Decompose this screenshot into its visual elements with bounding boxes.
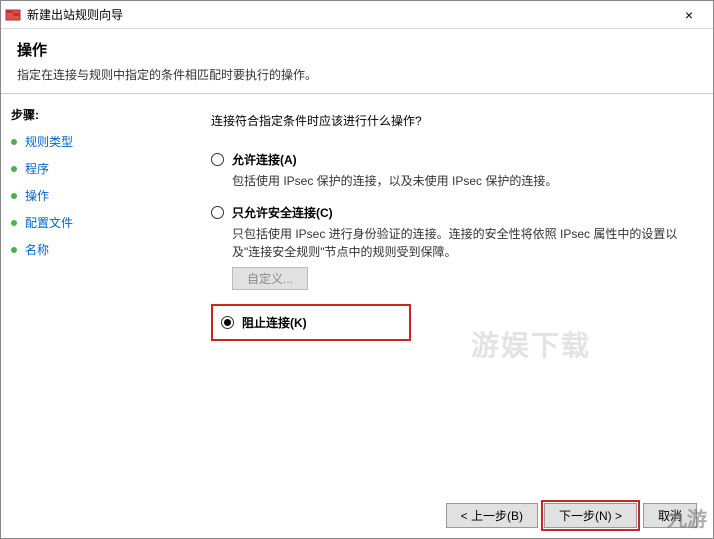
option-allow[interactable]: 允许连接(A) 包括使用 IPsec 保护的连接，以及未使用 IPsec 保护的… bbox=[211, 151, 693, 190]
sidebar: 步骤: 规则类型 程序 操作 配置文件 名称 bbox=[1, 94, 181, 504]
option-allow-label: 允许连接(A) bbox=[232, 151, 297, 168]
header: 操作 指定在连接与规则中指定的条件相匹配时要执行的操作。 bbox=[1, 29, 713, 89]
cancel-button[interactable]: 取消 bbox=[643, 503, 697, 528]
footer: < 上一步(B) 下一步(N) > 取消 bbox=[1, 492, 713, 538]
bullet-icon bbox=[11, 139, 17, 145]
next-button[interactable]: 下一步(N) > bbox=[544, 503, 637, 528]
close-button[interactable]: × bbox=[669, 1, 709, 28]
bullet-icon bbox=[11, 193, 17, 199]
radio-block[interactable] bbox=[221, 316, 234, 329]
back-button[interactable]: < 上一步(B) bbox=[446, 503, 538, 528]
option-block-label: 阻止连接(K) bbox=[242, 314, 307, 331]
step-profile[interactable]: 配置文件 bbox=[11, 214, 171, 231]
step-name[interactable]: 名称 bbox=[11, 241, 171, 258]
prompt-text: 连接符合指定条件时应该进行什么操作? bbox=[211, 112, 693, 129]
step-rule-type[interactable]: 规则类型 bbox=[11, 133, 171, 150]
option-secure[interactable]: 只允许安全连接(C) 只包括使用 IPsec 进行身份验证的连接。连接的安全性将… bbox=[211, 204, 693, 290]
page-subtitle: 指定在连接与规则中指定的条件相匹配时要执行的操作。 bbox=[17, 66, 697, 83]
bullet-icon bbox=[11, 166, 17, 172]
body: 步骤: 规则类型 程序 操作 配置文件 名称 连接符合指定条件时应该进行什么操作… bbox=[1, 94, 713, 504]
option-allow-desc: 包括使用 IPsec 保护的连接，以及未使用 IPsec 保护的连接。 bbox=[232, 172, 693, 190]
option-secure-desc: 只包括使用 IPsec 进行身份验证的连接。连接的安全性将依照 IPsec 属性… bbox=[232, 225, 693, 261]
step-program[interactable]: 程序 bbox=[11, 160, 171, 177]
page-title: 操作 bbox=[17, 39, 697, 60]
bullet-icon bbox=[11, 247, 17, 253]
window-title: 新建出站规则向导 bbox=[27, 6, 669, 23]
steps-title: 步骤: bbox=[11, 106, 171, 123]
firewall-icon bbox=[5, 7, 21, 23]
content: 连接符合指定条件时应该进行什么操作? 允许连接(A) 包括使用 IPsec 保护… bbox=[181, 94, 713, 504]
titlebar: 新建出站规则向导 × bbox=[1, 1, 713, 29]
radio-allow[interactable] bbox=[211, 153, 224, 166]
option-block[interactable]: 阻止连接(K) bbox=[211, 304, 411, 341]
watermark-text: 游娱下载 bbox=[471, 324, 591, 364]
customize-button: 自定义... bbox=[232, 267, 308, 290]
wizard-window: 新建出站规则向导 × 操作 指定在连接与规则中指定的条件相匹配时要执行的操作。 … bbox=[0, 0, 714, 539]
step-action[interactable]: 操作 bbox=[11, 187, 171, 204]
bullet-icon bbox=[11, 220, 17, 226]
option-secure-label: 只允许安全连接(C) bbox=[232, 204, 333, 221]
radio-secure[interactable] bbox=[211, 206, 224, 219]
